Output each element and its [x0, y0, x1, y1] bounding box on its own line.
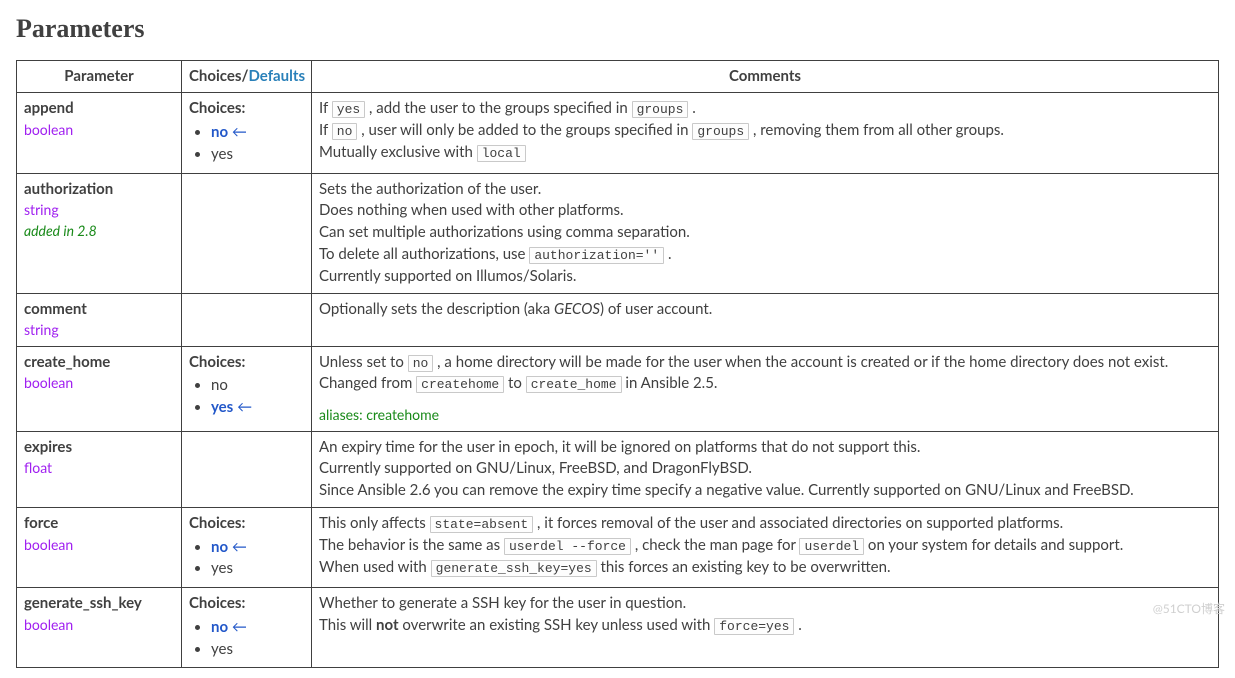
comment-line: Since Ansible 2.6 you can remove the exp…: [319, 480, 1211, 502]
aliases-line: aliases: createhome: [319, 405, 1211, 425]
parameters-table: Parameter Choices/Defaults Comments appe…: [16, 60, 1219, 669]
comment-line: If yes , add the user to the groups spec…: [319, 98, 1211, 120]
choice-default: yes: [211, 398, 233, 416]
comment-line: Unless set to no , a home directory will…: [319, 352, 1211, 374]
choice-item: yes: [211, 144, 304, 166]
param-type: float: [24, 458, 174, 478]
code-literal: state=absent: [430, 516, 534, 533]
param-name-force: force: [24, 513, 174, 535]
comment-line: Currently supported on GNU/Linux, FreeBS…: [319, 458, 1211, 480]
emphasis-not: not: [376, 616, 399, 634]
comment-line: This only affects state=absent , it forc…: [319, 513, 1211, 535]
choice-item: yes: [211, 639, 304, 661]
comment-line: Optionally sets the description (aka GEC…: [319, 299, 1211, 321]
param-type: string: [24, 320, 174, 340]
comment-line: Mutually exclusive with local: [319, 142, 1211, 164]
default-arrow-icon: ←: [232, 538, 247, 556]
table-row: comment string Optionally sets the descr…: [17, 293, 1219, 346]
choices-label: Choices:: [189, 352, 304, 374]
choices-list: no ← yes: [189, 122, 304, 166]
param-name-authorization: authorization: [24, 179, 174, 201]
param-name-create-home: create_home: [24, 352, 174, 374]
default-arrow-icon: ←: [232, 123, 247, 141]
code-literal: userdel --force: [504, 538, 631, 555]
table-header-row: Parameter Choices/Defaults Comments: [17, 60, 1219, 93]
comment-line: Can set multiple authorizations using co…: [319, 222, 1211, 244]
choice-item: no ←: [211, 617, 304, 639]
choices-label: Choices:: [189, 593, 304, 615]
code-literal: groups: [632, 101, 689, 118]
code-literal: userdel: [799, 538, 864, 555]
comment-line: Does nothing when used with other platfo…: [319, 200, 1211, 222]
param-name-comment: comment: [24, 299, 174, 321]
comment-line: Changed from createhome to create_home i…: [319, 373, 1211, 395]
code-literal: groups: [692, 123, 749, 140]
table-row: authorization string added in 2.8 Sets t…: [17, 173, 1219, 293]
comment-line: Sets the authorization of the user.: [319, 179, 1211, 201]
comment-line: An expiry time for the user in epoch, it…: [319, 437, 1211, 459]
table-row: force boolean Choices: no ← yes This onl…: [17, 507, 1219, 587]
param-type: boolean: [24, 615, 174, 635]
param-type: boolean: [24, 373, 174, 393]
choice-default: no: [211, 123, 228, 141]
choices-list: no ← yes: [189, 537, 304, 581]
code-literal: createhome: [416, 376, 504, 393]
code-literal: create_home: [526, 376, 622, 393]
choice-item: no ←: [211, 537, 304, 559]
code-literal: generate_ssh_key=yes: [431, 560, 597, 577]
comment-line: To delete all authorizations, use author…: [319, 244, 1211, 266]
comment-line: Whether to generate a SSH key for the us…: [319, 593, 1211, 615]
code-literal: yes: [332, 101, 365, 118]
param-type: boolean: [24, 535, 174, 555]
param-type: string: [24, 200, 174, 220]
table-row: create_home boolean Choices: no yes ← Un…: [17, 346, 1219, 431]
param-name-generate-ssh-key: generate_ssh_key: [24, 593, 174, 615]
param-type: boolean: [24, 120, 174, 140]
choice-item: yes: [211, 558, 304, 580]
section-heading: Parameters: [16, 10, 1219, 48]
choice-item: no ←: [211, 122, 304, 144]
table-row: generate_ssh_key boolean Choices: no ← y…: [17, 588, 1219, 668]
col-header-comments: Comments: [312, 60, 1219, 93]
param-name-expires: expires: [24, 437, 174, 459]
col-header-choices: Choices/Defaults: [182, 60, 312, 93]
code-literal: force=yes: [714, 618, 794, 635]
choice-default: no: [211, 618, 228, 636]
code-literal: authorization='': [529, 247, 664, 264]
comment-line: When used with generate_ssh_key=yes this…: [319, 557, 1211, 579]
param-name-append: append: [24, 98, 174, 120]
choice-item: no: [211, 375, 304, 397]
code-literal: local: [477, 145, 526, 162]
comment-line: The behavior is the same as userdel --fo…: [319, 535, 1211, 557]
choices-label: Choices:: [189, 513, 304, 535]
choice-default: no: [211, 538, 228, 556]
choice-item: yes ←: [211, 397, 304, 419]
gecos-term: GECOS: [554, 300, 600, 318]
comment-line: Currently supported on Illumos/Solaris.: [319, 266, 1211, 288]
choices-prefix: Choices/: [189, 67, 249, 85]
code-literal: no: [332, 123, 358, 140]
choices-list: no ← yes: [189, 617, 304, 661]
param-added: added in 2.8: [24, 221, 174, 241]
table-row: append boolean Choices: no ← yes If yes …: [17, 93, 1219, 173]
defaults-link[interactable]: Defaults: [249, 67, 306, 85]
comment-line: This will not overwrite an existing SSH …: [319, 615, 1211, 637]
table-row: expires float An expiry time for the use…: [17, 431, 1219, 507]
default-arrow-icon: ←: [232, 618, 247, 636]
choices-label: Choices:: [189, 98, 304, 120]
default-arrow-icon: ←: [237, 398, 252, 416]
col-header-parameter: Parameter: [17, 60, 182, 93]
code-literal: no: [408, 355, 434, 372]
comment-line: If no , user will only be added to the g…: [319, 120, 1211, 142]
choices-list: no yes ←: [189, 375, 304, 419]
